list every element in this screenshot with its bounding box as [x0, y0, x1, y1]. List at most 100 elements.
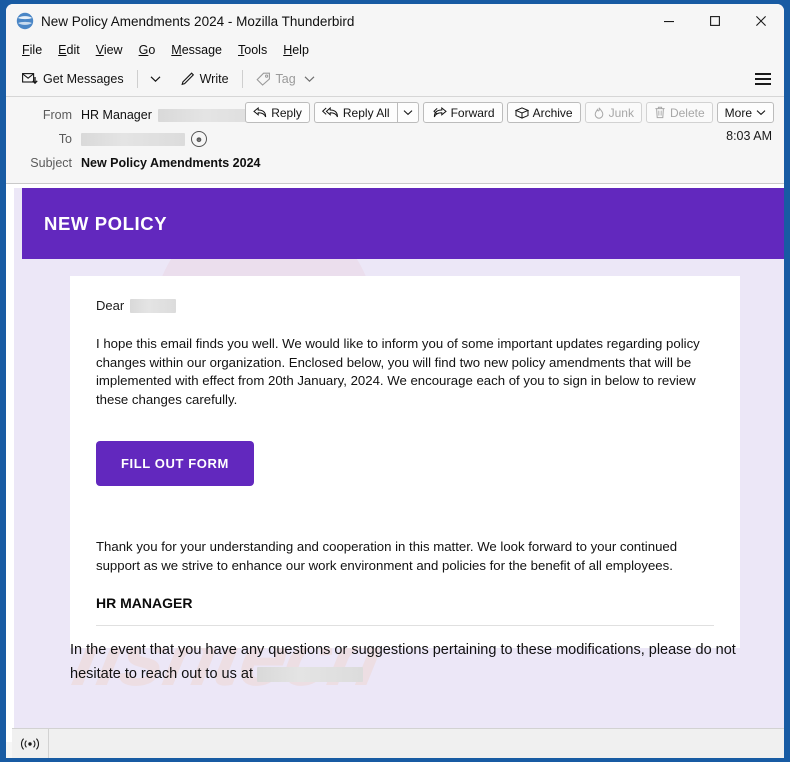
forward-button[interactable]: Forward	[422, 102, 503, 123]
statusbar	[12, 728, 784, 758]
menu-edit[interactable]: Edit	[50, 41, 88, 60]
reply-icon	[253, 107, 267, 118]
more-button[interactable]: More	[716, 102, 774, 123]
email-outro: In the event that you have any questions…	[70, 638, 750, 686]
reply-button[interactable]: Reply	[245, 102, 310, 123]
app-menu-button[interactable]	[752, 69, 774, 89]
message-header: Reply Reply All Forward Archive Junk Del…	[6, 97, 784, 184]
tag-chevron-down-icon	[304, 76, 315, 83]
menubar: File Edit View Go Message Tools Help	[6, 38, 784, 62]
email-card-top: Dear I hope this email finds you well. W…	[70, 276, 740, 486]
message-body-pane: fishtech fishtech NEW POLICY Dear I hope…	[6, 184, 784, 742]
from-display-name: HR Manager	[81, 108, 152, 122]
app-menu-icon-bar-2	[755, 78, 771, 80]
email-card: Dear I hope this email finds you well. W…	[70, 276, 740, 648]
tag-icon	[255, 72, 270, 86]
menu-message[interactable]: Message	[163, 41, 230, 60]
app-menu-icon-bar-3	[755, 83, 771, 85]
email-outro-address-redacted	[257, 666, 364, 682]
thunderbird-icon	[16, 12, 34, 30]
archive-label: Archive	[532, 105, 573, 120]
forward-icon	[432, 107, 447, 118]
card-spacer	[70, 486, 740, 538]
get-messages-button[interactable]: Get Messages	[16, 69, 130, 89]
reply-all-icon	[321, 107, 338, 118]
get-messages-icon	[22, 73, 38, 85]
menu-file-rest: ile	[29, 42, 43, 57]
email-signature: HR MANAGER	[96, 595, 193, 611]
menu-tools[interactable]: Tools	[230, 41, 275, 60]
junk-label: Junk	[608, 105, 634, 120]
reply-all-dropdown[interactable]	[396, 102, 419, 123]
subject-label: Subject	[30, 156, 72, 170]
maximize-icon	[710, 16, 720, 26]
menu-file-label: F	[22, 42, 30, 57]
get-messages-dropdown[interactable]	[145, 72, 166, 86]
message-action-buttons: Reply Reply All Forward Archive Junk Del…	[245, 102, 774, 123]
toolbar-divider-2	[241, 70, 243, 88]
menu-help-label: H	[283, 42, 293, 57]
to-address-redacted	[81, 132, 185, 146]
delete-label: Delete	[669, 105, 705, 120]
archive-button[interactable]: Archive	[506, 102, 581, 123]
connection-status-button[interactable]	[12, 729, 49, 758]
policy-banner-title: NEW POLICY	[44, 212, 168, 234]
email-paragraph-1: I hope this email finds you well. We wou…	[96, 336, 700, 407]
email-outro-text: In the event that you have any questions…	[70, 642, 736, 682]
menu-view[interactable]: View	[88, 41, 131, 60]
email-canvas: fishtech fishtech NEW POLICY Dear I hope…	[14, 188, 784, 742]
maximize-button[interactable]	[692, 4, 738, 38]
junk-button[interactable]: Junk	[584, 102, 642, 123]
chevron-down-icon	[403, 110, 412, 116]
thunderbird-window: New Policy Amendments 2024 - Mozilla Thu…	[0, 0, 790, 762]
junk-icon	[594, 107, 603, 119]
greeting-line: Dear	[96, 298, 714, 313]
message-time: 8:03 AM	[726, 129, 772, 143]
greeting-name-redacted	[130, 298, 177, 313]
toolbar-divider-1	[136, 70, 138, 88]
more-label: More	[724, 105, 752, 120]
to-row: To ☻	[6, 127, 784, 151]
archive-icon	[514, 106, 529, 119]
menu-view-label: V	[95, 42, 104, 57]
fill-out-form-button[interactable]: FILL OUT FORM	[96, 441, 254, 486]
tag-button[interactable]: Tag	[250, 69, 321, 89]
menu-file[interactable]: File	[14, 41, 50, 60]
close-button[interactable]	[738, 4, 784, 38]
reply-all-button[interactable]: Reply All	[313, 102, 397, 123]
to-label: To	[58, 132, 72, 146]
chevron-down-icon	[150, 76, 161, 83]
from-label: From	[42, 108, 72, 122]
connection-status-icon	[20, 737, 40, 750]
to-address-book-icon[interactable]: ☻	[191, 131, 207, 147]
menu-go-label: G	[138, 42, 149, 57]
titlebar: New Policy Amendments 2024 - Mozilla Thu…	[6, 4, 784, 38]
menu-go[interactable]: Go	[131, 41, 164, 60]
write-button[interactable]: Write	[174, 69, 235, 89]
reply-label: Reply	[271, 105, 302, 120]
chevron-down-icon	[756, 110, 766, 116]
minimize-icon	[664, 21, 674, 23]
reply-all-group: Reply All	[313, 102, 419, 123]
menu-help[interactable]: Help	[275, 41, 317, 60]
window-title: New Policy Amendments 2024 - Mozilla Thu…	[41, 13, 355, 29]
trash-icon	[655, 106, 665, 119]
app-menu-icon-bar-1	[755, 73, 771, 75]
subject-value: New Policy Amendments 2024	[81, 156, 261, 170]
write-label: Write	[199, 72, 229, 86]
delete-button[interactable]: Delete	[645, 102, 713, 123]
get-messages-label: Get Messages	[43, 72, 124, 86]
close-icon	[756, 16, 766, 26]
tag-label: Tag	[275, 72, 296, 86]
pencil-icon	[180, 72, 194, 86]
window-inner: New Policy Amendments 2024 - Mozilla Thu…	[6, 4, 784, 758]
window-controls	[646, 4, 784, 38]
menu-message-label: M	[171, 42, 182, 57]
minimize-button[interactable]	[646, 4, 692, 38]
main-toolbar: Get Messages Write Tag	[6, 62, 784, 97]
policy-banner: NEW POLICY	[22, 188, 784, 259]
reply-all-label: Reply All	[342, 105, 390, 120]
to-value[interactable]: ☻	[81, 131, 207, 147]
subject-row: Subject New Policy Amendments 2024	[6, 151, 784, 175]
forward-label: Forward	[450, 105, 495, 120]
